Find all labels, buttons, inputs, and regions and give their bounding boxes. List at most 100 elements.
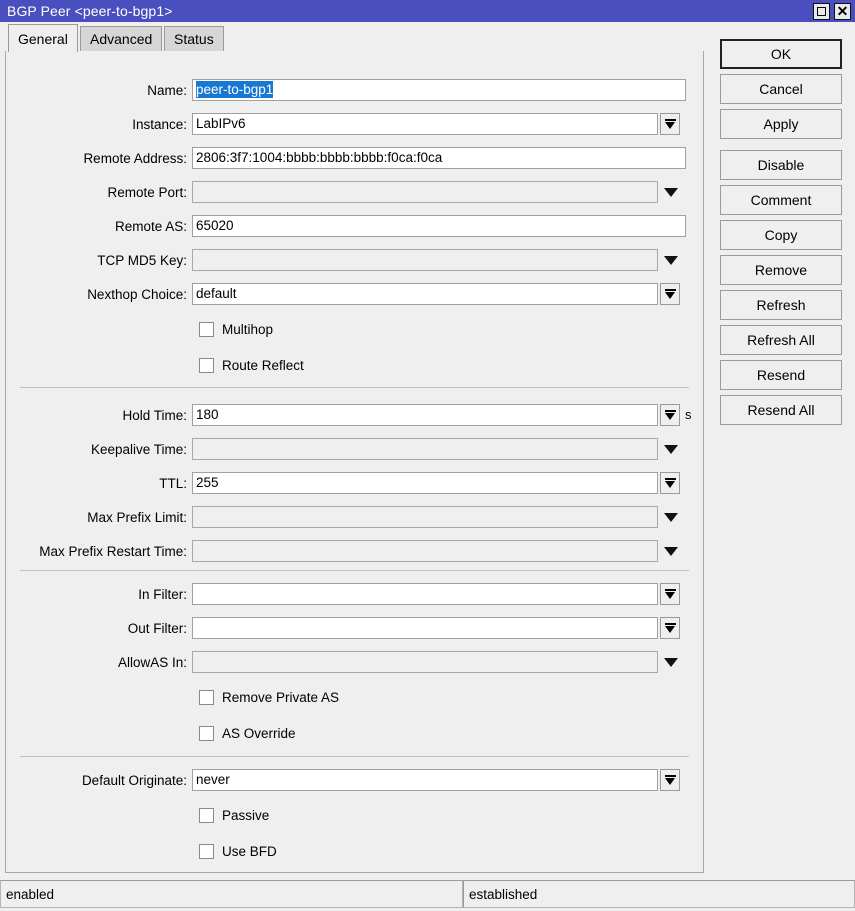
- hold-time-dropdown-button[interactable]: [660, 404, 680, 426]
- form-row: Remote AS:65020: [6, 214, 703, 238]
- field-control: [192, 438, 684, 460]
- remove-private-as-label: Remove Private AS: [222, 690, 339, 705]
- button-label: Disable: [758, 157, 805, 173]
- button-label: OK: [771, 46, 791, 62]
- hold-time-input[interactable]: 180: [192, 404, 658, 426]
- field-label: Max Prefix Restart Time:: [6, 544, 192, 559]
- form-row: Max Prefix Restart Time:: [6, 539, 703, 563]
- field-label: Remote AS:: [6, 219, 192, 234]
- nexthop-choice-input[interactable]: default: [192, 283, 658, 305]
- field-control: [192, 651, 684, 673]
- comment-button[interactable]: Comment: [720, 185, 842, 215]
- field-control: peer-to-bgp1: [192, 79, 686, 101]
- passive-checkbox[interactable]: [199, 808, 214, 823]
- chevron-down-icon: [664, 547, 678, 556]
- multihop-label: Multihop: [222, 322, 273, 337]
- instance-input[interactable]: LabIPv6: [192, 113, 658, 135]
- tab-advanced[interactable]: Advanced: [80, 26, 162, 51]
- field-label: Remote Address:: [6, 151, 192, 166]
- default-originate-dropdown-button[interactable]: [660, 769, 680, 791]
- field-control: [192, 506, 684, 528]
- field-label: Out Filter:: [6, 621, 192, 636]
- form-row: Max Prefix Limit:: [6, 505, 703, 529]
- max-prefix-limit-dropdown-button[interactable]: [658, 506, 684, 528]
- restore-button[interactable]: [813, 3, 830, 20]
- remove-private-as-checkbox[interactable]: [199, 690, 214, 705]
- checkbox-row: Use BFD: [6, 840, 277, 862]
- remote-as-input[interactable]: 65020: [192, 215, 686, 237]
- form-row: Remote Address:2806:3f7:1004:bbbb:bbbb:b…: [6, 146, 703, 170]
- restore-icon: [817, 7, 826, 16]
- group-separator: [20, 756, 689, 757]
- tab-label: Advanced: [90, 31, 152, 47]
- button-label: Comment: [751, 192, 812, 208]
- status-session-state: established: [463, 880, 855, 908]
- default-originate-input[interactable]: never: [192, 769, 658, 791]
- keepalive-time-input: [192, 438, 658, 460]
- refresh-all-button[interactable]: Refresh All: [720, 325, 842, 355]
- button-label: Remove: [755, 262, 807, 278]
- general-tab-panel: Name:peer-to-bgp1Instance:LabIPv6Remote …: [5, 51, 704, 873]
- form-row: Nexthop Choice:default: [6, 282, 703, 306]
- field-label: TTL:: [6, 476, 192, 491]
- remote-address-input[interactable]: 2806:3f7:1004:bbbb:bbbb:bbbb:f0ca:f0ca: [192, 147, 686, 169]
- nexthop-choice-dropdown-button[interactable]: [660, 283, 680, 305]
- checkbox-row: Remove Private AS: [6, 686, 339, 708]
- field-label: TCP MD5 Key:: [6, 253, 192, 268]
- in-filter-dropdown-button[interactable]: [660, 583, 680, 605]
- instance-dropdown-button[interactable]: [660, 113, 680, 135]
- ok-button[interactable]: OK: [720, 39, 842, 69]
- multihop-checkbox[interactable]: [199, 322, 214, 337]
- tab-label: Status: [174, 31, 214, 47]
- apply-button[interactable]: Apply: [720, 109, 842, 139]
- out-filter-input[interactable]: [192, 617, 658, 639]
- field-label: In Filter:: [6, 587, 192, 602]
- window-titlebar: BGP Peer <peer-to-bgp1> ✕: [0, 0, 855, 22]
- hold-time-unit: s: [685, 404, 692, 426]
- as-override-checkbox[interactable]: [199, 726, 214, 741]
- field-control: [192, 249, 684, 271]
- tcp-md5-key-dropdown-button[interactable]: [658, 249, 684, 271]
- tab-general[interactable]: General: [8, 24, 78, 52]
- route-reflect-checkbox[interactable]: [199, 358, 214, 373]
- chevron-down-icon: [664, 188, 678, 197]
- form-row: Keepalive Time:: [6, 437, 703, 461]
- resend-all-button[interactable]: Resend All: [720, 395, 842, 425]
- window-title: BGP Peer <peer-to-bgp1>: [0, 3, 172, 19]
- tab-status[interactable]: Status: [164, 26, 224, 51]
- checkbox-row: Passive: [6, 804, 269, 826]
- route-reflect-label: Route Reflect: [222, 358, 304, 373]
- button-label: Resend All: [748, 402, 815, 418]
- name-input[interactable]: peer-to-bgp1: [192, 79, 686, 101]
- chevron-down-icon: [665, 589, 676, 599]
- action-button-column: OK Cancel Apply Disable Comment Copy Remove Ref…: [720, 39, 842, 430]
- tab-label: General: [18, 31, 68, 47]
- out-filter-dropdown-button[interactable]: [660, 617, 680, 639]
- cancel-button[interactable]: Cancel: [720, 74, 842, 104]
- disable-button[interactable]: Disable: [720, 150, 842, 180]
- ttl-dropdown-button[interactable]: [660, 472, 680, 494]
- keepalive-time-dropdown-button[interactable]: [658, 438, 684, 460]
- field-control: [192, 617, 680, 639]
- allowas-in-dropdown-button[interactable]: [658, 651, 684, 673]
- max-prefix-restart-time-dropdown-button[interactable]: [658, 540, 684, 562]
- form-row: Name:peer-to-bgp1: [6, 78, 703, 102]
- tcp-md5-key-input: [192, 249, 658, 271]
- copy-button[interactable]: Copy: [720, 220, 842, 250]
- form-row: Out Filter:: [6, 616, 703, 640]
- field-label: Remote Port:: [6, 185, 192, 200]
- as-override-label: AS Override: [222, 726, 296, 741]
- max-prefix-limit-input: [192, 506, 658, 528]
- remote-port-dropdown-button[interactable]: [658, 181, 684, 203]
- use-bfd-checkbox[interactable]: [199, 844, 214, 859]
- close-button[interactable]: ✕: [834, 3, 851, 20]
- remove-button[interactable]: Remove: [720, 255, 842, 285]
- checkbox-row: Multihop: [6, 318, 273, 340]
- in-filter-input[interactable]: [192, 583, 658, 605]
- ttl-input[interactable]: 255: [192, 472, 658, 494]
- refresh-button[interactable]: Refresh: [720, 290, 842, 320]
- field-control: LabIPv6: [192, 113, 680, 135]
- checkbox-row: AS Override: [6, 722, 296, 744]
- field-label: Hold Time:: [6, 408, 192, 423]
- resend-button[interactable]: Resend: [720, 360, 842, 390]
